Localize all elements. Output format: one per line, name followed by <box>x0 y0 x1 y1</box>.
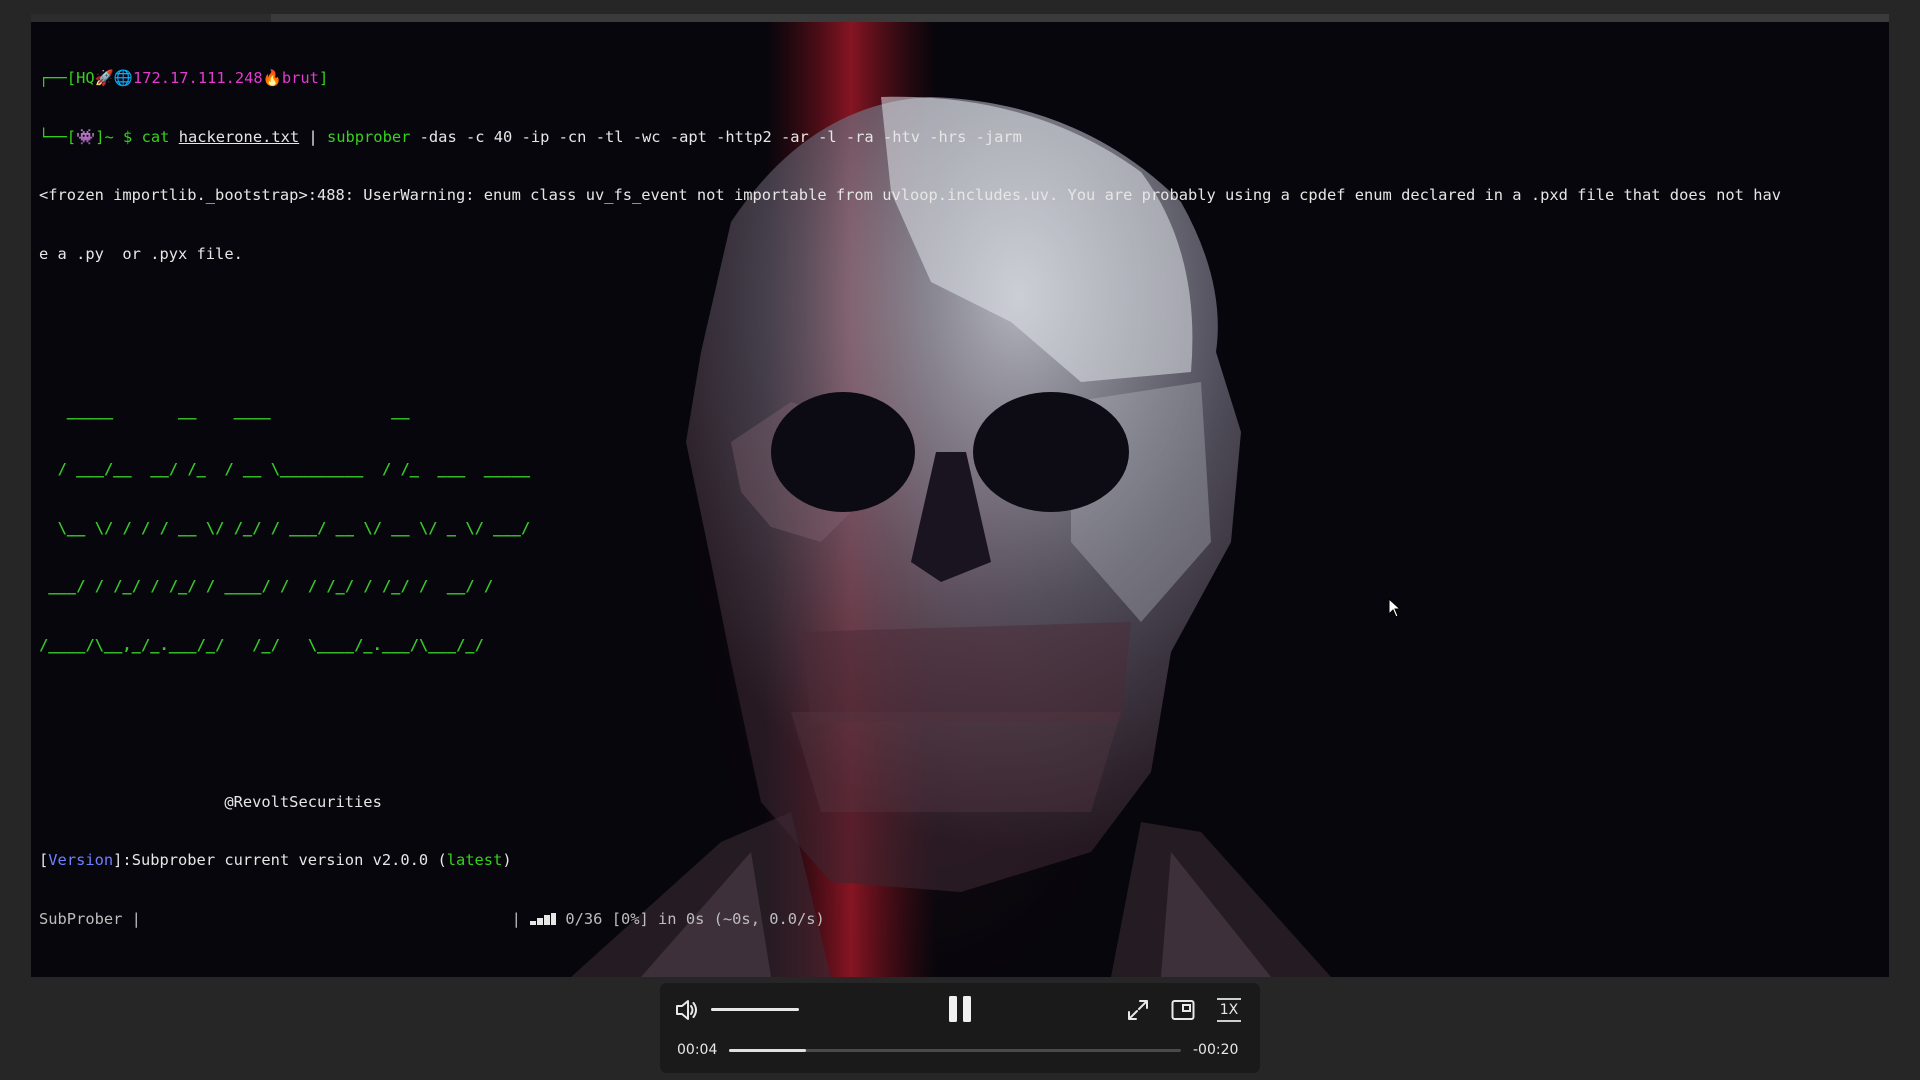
prompt-bracket-close: ] <box>318 69 329 87</box>
prompt-ip: 172.17.111.248 <box>132 69 263 87</box>
playback-speed-button[interactable]: 1X <box>1215 996 1243 1024</box>
volume-slider[interactable] <box>711 1008 799 1011</box>
version-latest: latest <box>446 851 503 869</box>
author-credit: @RevoltSecurities <box>39 792 382 811</box>
volume-level <box>711 1008 799 1011</box>
terminal-output: ┌──[HQ🚀🌐172.17.111.248🔥brut] └──[👾]~ $ c… <box>39 30 1881 968</box>
fire-icon: 🔥 <box>262 69 282 87</box>
ascii-banner-line: _____ __ ____ __ <box>39 401 549 420</box>
command-args: -das -c 40 -ip -cn -tl -wc -apt -http2 -… <box>410 127 1022 146</box>
current-time: 00:04 <box>677 1042 718 1058</box>
globe-icon: 🌐 <box>113 69 133 87</box>
volume-button[interactable] <box>674 997 700 1023</box>
video-frame[interactable]: ┌──[HQ🚀🌐172.17.111.248🔥brut] └──[👾]~ $ c… <box>31 22 1889 977</box>
window-top-strip <box>31 14 1889 22</box>
command-file: hackerone.txt <box>178 127 300 146</box>
remaining-time: -00:20 <box>1193 1042 1239 1058</box>
command-tool: subprober <box>326 127 411 146</box>
pause-button[interactable] <box>946 994 974 1024</box>
window-top-strip-segment <box>31 14 271 22</box>
version-bracket-open: [ <box>39 851 49 869</box>
fullscreen-icon <box>1128 1000 1148 1020</box>
version-text: ]:Subprober current version v2.0.0 ( <box>113 851 447 869</box>
picture-in-picture-icon <box>1171 1000 1195 1020</box>
ascii-banner: _____ __ ____ __ / ___/__ __/ /_ / __ \_… <box>39 363 1881 695</box>
playback-speed-label: 1X <box>1219 1002 1239 1018</box>
command-line: └──[👾]~ $ cat hackerone.txt | subprober … <box>39 128 1881 148</box>
ascii-banner-line: / ___/__ __/ /_ / __ \_________ / /_ ___… <box>39 460 531 478</box>
progress-line: SubProber | | 0/36 [0%] in 0s (~0s, 0.0/… <box>39 910 1881 930</box>
command-pipe: | <box>299 127 327 146</box>
rocket-icon: 🚀 <box>94 69 114 87</box>
fullscreen-button[interactable] <box>1126 998 1150 1022</box>
prompt-bracket-open: ┌──[HQ <box>39 69 95 87</box>
ascii-banner-line: /____/\__,_/_.___/_/ /_/ \____/_.___/\__… <box>39 635 531 654</box>
prompt-bottom-close: ]~ $ <box>95 127 142 146</box>
version-line: [Version]:Subprober current version v2.0… <box>39 851 1881 871</box>
command-cat: cat <box>141 127 170 146</box>
ascii-banner-line: ___/ / /_/ / /_/ / ____/ / / /_/ / /_/ /… <box>39 577 531 595</box>
progress-stats: 0/36 [0%] in 0s (~0s, 0.0/s) <box>556 909 825 928</box>
progress-spinner-icon <box>530 912 557 925</box>
prompt-user: brut <box>281 69 319 87</box>
picture-in-picture-button[interactable] <box>1171 998 1195 1022</box>
warning-line-1: <frozen importlib._bootstrap>:488: UserW… <box>39 186 1781 204</box>
progress-label: SubProber | <box>39 909 141 928</box>
volume-icon <box>676 1000 697 1020</box>
pause-icon <box>949 996 971 1022</box>
version-tag: Version <box>48 851 114 869</box>
mouse-cursor-icon <box>1388 598 1402 618</box>
seek-bar-progress <box>729 1049 806 1052</box>
version-bracket-close: ) <box>502 851 512 869</box>
progress-gap: | <box>140 909 531 928</box>
alien-icon: 👾 <box>76 127 96 146</box>
prompt-bottom-open: └──[ <box>39 127 77 146</box>
ascii-banner-line: \__ \/ / / / __ \/ /_/ / ___/ __ \/ __ \… <box>39 518 531 537</box>
prompt-line-top: ┌──[HQ🚀🌐172.17.111.248🔥brut] <box>39 69 1881 89</box>
seek-bar[interactable] <box>729 1049 1181 1052</box>
warning-line-2: e a .py or .pyx file. <box>39 244 243 263</box>
video-player-controls: 1X 00:04 -00:20 <box>660 983 1260 1073</box>
